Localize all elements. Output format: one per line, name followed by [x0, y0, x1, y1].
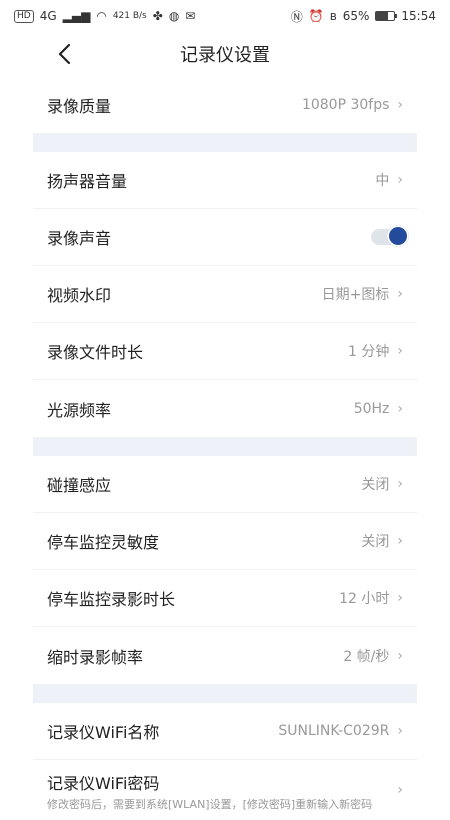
chevron-left-icon [58, 43, 71, 65]
setting-value: 1 分钟 [348, 344, 390, 360]
status-left: HD 4G ▂▄▆ ◠ 421 B/s ✤ ◍ ✉ [14, 9, 195, 23]
chevron-right-icon: › [397, 723, 403, 739]
setting-value: 12 小时 [339, 591, 390, 607]
setting-value: 关闭 [361, 534, 390, 550]
page-title: 记录仪设置 [180, 45, 270, 66]
setting-parking-sensitivity[interactable]: 停车监控灵敏度 关闭 › [33, 513, 417, 570]
chevron-right-icon: › [397, 476, 403, 492]
clock: 15:54 [401, 9, 436, 23]
setting-wifi-password[interactable]: 记录仪WiFi密码 修改密码后，需要到系统[WLAN]设置，[修改密码]重新输入… [33, 760, 417, 820]
setting-light-frequency[interactable]: 光源频率 50Hz › [33, 380, 417, 437]
setting-value: 1080P 30fps [301, 96, 390, 113]
status-bar: HD 4G ▂▄▆ ◠ 421 B/s ✤ ◍ ✉ Ⓝ ⏰ ʙ 65% 15:5… [0, 0, 450, 32]
setting-value: 2 帧/秒 [343, 648, 390, 665]
setting-value: 50Hz [353, 400, 390, 417]
header: 记录仪设置 [0, 32, 450, 76]
setting-value: SUNLINK-C029R [278, 723, 390, 739]
setting-label: 视频水印 [47, 286, 112, 305]
setting-wifi-name[interactable]: 记录仪WiFi名称 SUNLINK-C029R › [33, 703, 417, 760]
battery-percent: 65% [342, 9, 370, 23]
setting-label: 缩时录影帧率 [47, 647, 144, 667]
chevron-right-icon: › [397, 782, 403, 798]
signal-label: 4G [39, 9, 57, 23]
app-icon: ✤ [152, 9, 163, 23]
chevron-right-icon: › [397, 647, 403, 664]
status-right: Ⓝ ⏰ ʙ 65% 15:54 [291, 8, 436, 25]
signal-icon: ▂▄▆ [62, 9, 91, 23]
chevron-right-icon: › [397, 400, 403, 417]
setting-value: 日期+图标 [321, 287, 390, 303]
setting-label: 录像声音 [47, 229, 112, 248]
back-button[interactable] [50, 40, 78, 68]
setting-value: 关闭 [361, 477, 390, 493]
setting-hint: 修改密码后，需要到系统[WLAN]设置，[修改密码]重新输入新密码 [47, 798, 373, 811]
bluetooth-icon: ʙ [329, 9, 337, 23]
section-divider [33, 684, 417, 703]
mail-icon: ✉ [185, 9, 196, 23]
nfc-icon: Ⓝ [290, 9, 303, 24]
setting-label: 记录仪WiFi名称 [47, 723, 160, 742]
setting-video-watermark[interactable]: 视频水印 日期+图标 › [33, 266, 417, 323]
setting-record-quality[interactable]: 录像质量 1080P 30fps › [33, 76, 417, 133]
setting-label: 停车监控录影时长 [47, 590, 176, 609]
network-speed: 421 B/s [112, 10, 147, 21]
chevron-right-icon: › [397, 286, 403, 302]
setting-label: 碰撞感应 [47, 476, 112, 495]
toggle-knob [387, 225, 409, 247]
setting-value: 中 [375, 173, 390, 189]
wechat-icon: ◍ [168, 9, 180, 23]
chevron-right-icon: › [397, 343, 403, 359]
setting-label: 扬声器音量 [47, 172, 128, 191]
setting-label: 录像文件时长 [47, 343, 144, 362]
section-divider [33, 437, 417, 456]
wifi-icon: ◠ [96, 9, 107, 23]
section-divider [33, 133, 417, 152]
chevron-right-icon: › [397, 590, 403, 606]
setting-label: 录像质量 [47, 96, 112, 116]
setting-label: 光源频率 [47, 400, 112, 420]
setting-collision-sense[interactable]: 碰撞感应 关闭 › [33, 456, 417, 513]
chevron-right-icon: › [397, 533, 403, 549]
setting-record-sound: 录像声音 [33, 209, 417, 266]
battery-icon [375, 11, 398, 21]
setting-record-duration[interactable]: 录像文件时长 1 分钟 › [33, 323, 417, 380]
chevron-right-icon: › [397, 96, 403, 113]
settings-list: 录像质量 1080P 30fps › 扬声器音量 中 › 录像声音 视频水印 日期+… [33, 76, 417, 820]
setting-parking-duration[interactable]: 停车监控录影时长 12 小时 › [33, 570, 417, 627]
chevron-right-icon: › [397, 172, 403, 188]
record-sound-toggle[interactable] [371, 225, 409, 247]
alarm-icon: ⏰ [308, 9, 324, 23]
setting-label: 停车监控灵敏度 [47, 533, 160, 552]
setting-label: 记录仪WiFi密码 [47, 774, 160, 793]
setting-speaker-volume[interactable]: 扬声器音量 中 › [33, 152, 417, 209]
setting-timelapse-rate[interactable]: 缩时录影帧率 2 帧/秒 › [33, 627, 417, 684]
hd-badge: HD [14, 9, 34, 23]
